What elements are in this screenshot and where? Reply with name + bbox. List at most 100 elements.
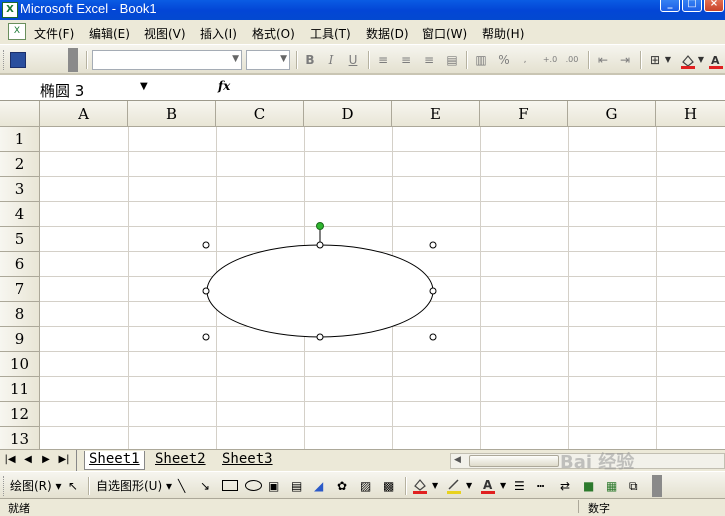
first-sheet-icon[interactable]: |◀ [2, 454, 18, 465]
tab-sheet2[interactable]: Sheet2 [151, 451, 210, 470]
title-bar: X Microsoft Excel - Book1 _ □ × [0, 0, 725, 20]
fill-color-icon[interactable] [680, 53, 696, 69]
select-objects-icon[interactable]: ↖ [68, 478, 78, 494]
ellipse-shape-layer [202, 222, 437, 341]
separator [76, 450, 77, 471]
underline-icon[interactable]: U [345, 52, 361, 68]
next-sheet-icon[interactable]: ▶ [38, 454, 54, 465]
chevron-down-icon[interactable]: ▼ [697, 52, 705, 68]
tab-sheet1[interactable]: Sheet1 [84, 451, 145, 470]
resize-handle[interactable] [202, 241, 210, 249]
chevron-down-icon[interactable]: ▼ [466, 478, 472, 494]
increase-decimal-icon[interactable]: +.0 [540, 52, 560, 68]
maximize-icon[interactable]: □ [682, 0, 702, 12]
line-style-icon[interactable]: ☰ [514, 478, 525, 494]
chevron-down-icon: ▼ [280, 54, 287, 64]
draw-menu-button[interactable]: 绘图(R) ▾ [10, 478, 62, 494]
font-name-select[interactable]: ▼ [92, 50, 242, 70]
percent-icon[interactable]: % [496, 52, 512, 68]
italic-icon[interactable]: I [323, 52, 339, 68]
workbook-icon[interactable]: X [8, 23, 26, 40]
borders-icon[interactable]: ⊞ [647, 52, 663, 68]
ellipse-shape[interactable] [206, 244, 434, 338]
spreadsheet-grid[interactable]: A B C D E F G H 1 2 3 4 5 6 7 8 9 10 11 … [0, 101, 725, 449]
wordart-icon[interactable]: ◢ [314, 478, 323, 494]
watermark-logo: Bai 经验 [560, 452, 635, 473]
decrease-indent-icon[interactable]: ⇤ [595, 52, 611, 68]
excel-icon[interactable]: X [2, 2, 18, 18]
shadow-icon[interactable]: ■ [583, 478, 594, 494]
font-size-select[interactable]: ▼ [246, 50, 290, 70]
menu-window[interactable]: 窗口(W) [422, 25, 467, 42]
toolbar-overflow-icon[interactable] [68, 48, 78, 72]
last-sheet-icon[interactable]: ▶| [56, 454, 72, 465]
resize-handle[interactable] [202, 287, 210, 295]
fx-icon[interactable]: fx [218, 79, 230, 93]
resize-handle[interactable] [202, 333, 210, 341]
chevron-down-icon[interactable]: ▼ [432, 478, 438, 494]
dash-style-icon[interactable]: ┅ [537, 478, 544, 494]
picture-icon[interactable]: ▩ [383, 478, 394, 494]
menu-view[interactable]: 视图(V) [144, 25, 186, 42]
rotation-handle[interactable] [316, 222, 324, 230]
tab-sheet3[interactable]: Sheet3 [218, 451, 277, 470]
bold-icon[interactable]: B [302, 52, 318, 68]
menu-insert[interactable]: 插入(I) [200, 25, 237, 42]
autoshapes-button[interactable]: 自选图形(U) ▾ [96, 478, 172, 494]
resize-handle[interactable] [429, 287, 437, 295]
3d-icon[interactable]: ▦ [606, 478, 617, 494]
font-color-icon[interactable]: A [708, 53, 724, 69]
font-color-icon[interactable]: A [480, 477, 496, 495]
clipart-icon[interactable]: ▨ [360, 478, 371, 494]
rectangle-icon[interactable] [222, 480, 238, 491]
align-center-icon[interactable]: ≡ [398, 52, 414, 68]
toolbar-grip[interactable] [3, 476, 6, 496]
separator [368, 51, 369, 69]
toolbar-grip[interactable] [3, 50, 6, 70]
align-right-icon[interactable]: ≡ [421, 52, 437, 68]
increase-indent-icon[interactable]: ⇥ [617, 52, 633, 68]
svg-text:A: A [711, 54, 720, 67]
chevron-down-icon[interactable]: ▼ [500, 478, 506, 494]
minimize-icon[interactable]: _ [660, 0, 680, 12]
scroll-thumb[interactable] [469, 455, 559, 467]
resize-handle[interactable] [316, 333, 324, 341]
diagram-icon[interactable]: ✿ [337, 478, 347, 494]
resize-handle[interactable] [429, 333, 437, 341]
menu-format[interactable]: 格式(O) [252, 25, 295, 42]
comma-icon[interactable]: , [517, 52, 533, 68]
formula-input[interactable] [236, 77, 723, 99]
group-icon[interactable]: ⧉ [629, 478, 638, 494]
decrease-decimal-icon[interactable]: .00 [562, 52, 582, 68]
toolbar-overflow-icon[interactable] [652, 475, 662, 497]
menu-data[interactable]: 数据(D) [366, 25, 409, 42]
textbox-icon[interactable]: ▣ [268, 478, 279, 494]
separator [86, 51, 87, 69]
fill-color-icon[interactable] [412, 477, 428, 495]
prev-sheet-icon[interactable]: ◀ [20, 454, 36, 465]
align-left-icon[interactable]: ≡ [375, 52, 391, 68]
close-icon[interactable]: × [704, 0, 724, 12]
resize-handle[interactable] [316, 241, 324, 249]
resize-handle[interactable] [429, 241, 437, 249]
separator [588, 51, 589, 69]
menu-edit[interactable]: 编辑(E) [89, 25, 130, 42]
arrow-icon[interactable]: ↘ [200, 478, 210, 494]
currency-icon[interactable]: ▥ [473, 52, 489, 68]
save-icon[interactable] [10, 52, 26, 68]
line-color-icon[interactable] [446, 477, 462, 495]
name-box[interactable]: 椭圆 3 ▼ [0, 77, 160, 100]
separator [296, 51, 297, 69]
merge-icon[interactable]: ▤ [444, 52, 460, 68]
chevron-down-icon[interactable]: ▼ [664, 52, 672, 68]
menu-tools[interactable]: 工具(T) [310, 25, 351, 42]
menu-file[interactable]: 文件(F) [34, 25, 74, 42]
chevron-down-icon[interactable]: ▼ [140, 81, 148, 92]
menu-help[interactable]: 帮助(H) [482, 25, 524, 42]
autoshapes-label: 自选图形(U) [96, 479, 163, 493]
line-icon[interactable]: ╲ [178, 478, 185, 494]
vertical-textbox-icon[interactable]: ▤ [291, 478, 302, 494]
scroll-left-icon[interactable]: ◀ [454, 455, 461, 465]
arrow-style-icon[interactable]: ⇄ [560, 478, 570, 494]
oval-icon[interactable] [245, 480, 262, 491]
